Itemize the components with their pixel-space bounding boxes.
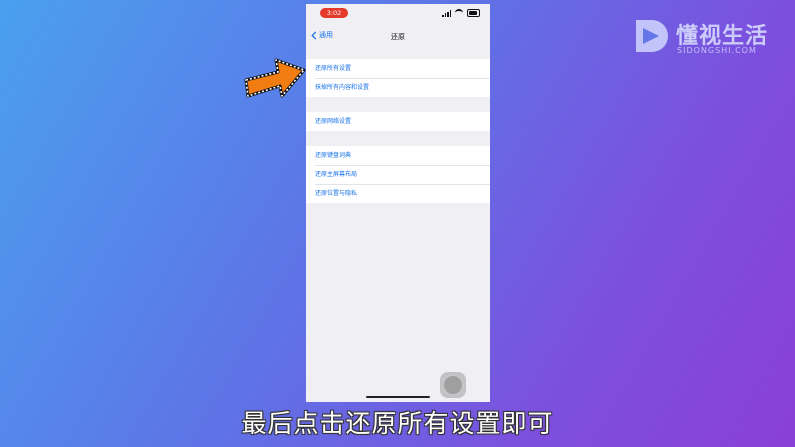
navigation-bar: 通用 还原: [306, 28, 490, 46]
cellular-signal-icon: [442, 9, 451, 17]
erase-all-content-and-settings[interactable]: 抹掉所有内容和设置: [306, 78, 490, 97]
reset-location-and-privacy[interactable]: 还原位置与隐私: [306, 184, 490, 203]
wifi-icon: [455, 9, 463, 17]
status-bar: 3:02: [306, 4, 490, 20]
reset-all-settings[interactable]: 还原所有设置: [306, 59, 490, 78]
reset-keyboard-dictionary[interactable]: 还原键盘词典: [306, 146, 490, 165]
reset-network-settings[interactable]: 还原网络设置: [306, 112, 490, 131]
pointer-arrow-icon: [244, 58, 306, 98]
home-indicator[interactable]: [366, 396, 430, 398]
status-time: 3:02: [320, 8, 348, 18]
phone-screen: 3:02 通用 还原 还原所有设置 抹掉所有内容和设置 还原网络设置 还原键盘词…: [306, 4, 490, 402]
reset-group-3: 还原键盘词典 还原主屏幕布局 还原位置与隐私: [306, 146, 490, 203]
video-caption: 最后点击还原所有设置即可: [241, 409, 554, 438]
brand-domain: SIDONGSHI.COM: [677, 46, 757, 55]
status-icons: [442, 8, 480, 18]
reset-group-2: 还原网络设置: [306, 112, 490, 131]
page-title: 还原: [391, 33, 405, 41]
reset-group-1: 还原所有设置 抹掉所有内容和设置: [306, 59, 490, 97]
battery-icon: [467, 9, 480, 17]
assistive-touch-button[interactable]: [440, 372, 466, 398]
brand-watermark: 懂视生活 SIDONGSHI.COM: [632, 16, 782, 60]
reset-home-screen-layout[interactable]: 还原主屏幕布局: [306, 165, 490, 184]
play-logo-icon: [636, 20, 668, 52]
